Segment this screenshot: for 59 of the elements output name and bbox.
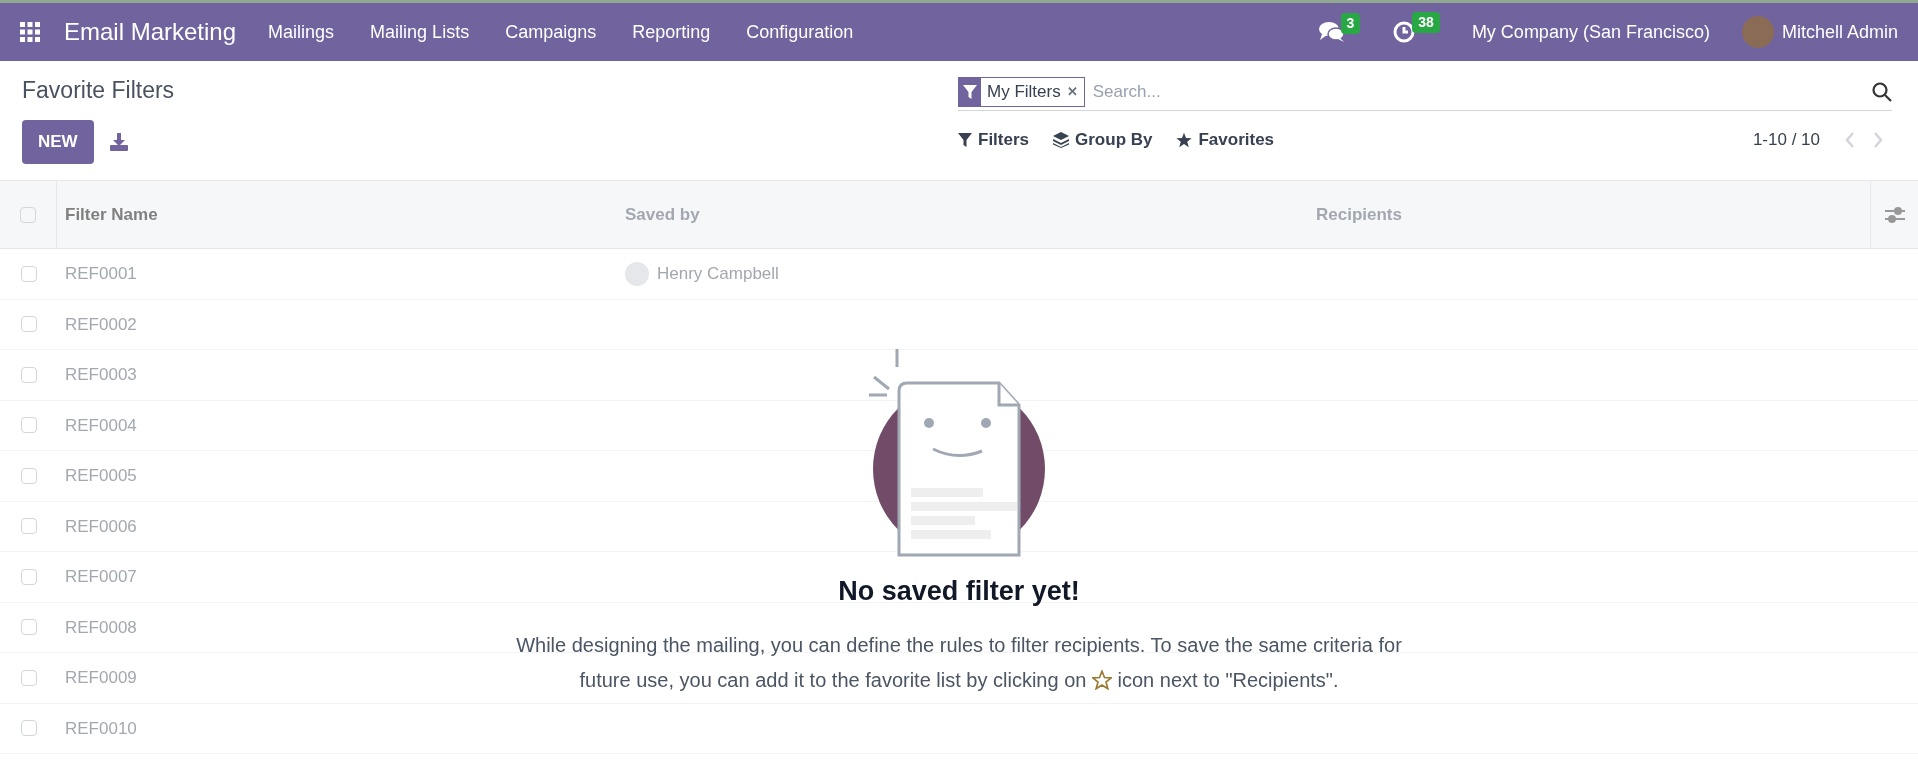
funnel-icon [958, 132, 972, 147]
empty-state-description: While designing the mailing, you can define the rules to filter recipients. To save the same criteria for future use, you can add it to the favorite list by clicking on icon next to "Recipients". [515, 632, 1403, 693]
row-checkbox[interactable] [20, 619, 37, 636]
filter-name-cell: REF0003 [65, 365, 137, 384]
row-checkbox[interactable] [20, 518, 37, 535]
filter-name-cell: REF0006 [65, 516, 137, 536]
remove-facet-icon[interactable]: ✕ [1066, 81, 1084, 102]
filter-name-cell: REF0010 [65, 718, 137, 738]
row-checkbox[interactable] [20, 669, 37, 686]
search-icon[interactable] [1872, 81, 1892, 102]
search-input[interactable]: Search... [1084, 73, 1872, 110]
column-header[interactable]: Filter Name [57, 201, 617, 228]
empty-state-title: No saved filter yet! [838, 575, 1080, 608]
row-checkbox[interactable] [20, 417, 37, 434]
group-by-button[interactable]: Group By [1053, 127, 1153, 153]
filter-name-cell: REF0002 [65, 314, 137, 334]
pager-value[interactable]: 1-10 / 10 [1752, 127, 1820, 153]
user-avatar[interactable] [1741, 16, 1774, 48]
favorites-button[interactable]: Favorites [1176, 127, 1275, 153]
new-button[interactable]: NEW [22, 119, 94, 164]
filter-name-cell: REF0005 [65, 466, 137, 485]
filter-name-cell: REF0009 [65, 668, 137, 687]
search-bar[interactable]: My Filters ✕ Search... [958, 73, 1892, 111]
filter-name-cell: REF0001 [65, 264, 137, 283]
page-title: Favorite Filters [22, 76, 176, 105]
activity-count-badge: 38 [1412, 12, 1440, 33]
clock-icon[interactable] [1392, 20, 1417, 44]
previous-page-icon[interactable] [1844, 131, 1856, 148]
row-checkbox[interactable] [20, 467, 37, 484]
app-name[interactable]: Email Marketing [64, 14, 237, 50]
star-icon [1176, 131, 1193, 148]
filter-name-cell: REF0007 [65, 567, 137, 586]
filter-name-cell: REF0008 [65, 617, 137, 637]
row-checkbox[interactable] [20, 316, 37, 333]
row-checkbox[interactable] [20, 265, 37, 282]
message-count-badge: 3 [1340, 13, 1361, 34]
star-outline-icon [1092, 669, 1112, 690]
row-checkbox[interactable] [20, 720, 37, 737]
menu-item[interactable]: Mailing Lists [370, 18, 470, 46]
download-icon[interactable] [109, 132, 128, 151]
user-menu[interactable]: Mitchell Admin [1781, 18, 1898, 46]
row-checkbox[interactable] [20, 366, 37, 383]
menu-item[interactable]: Mailings [268, 18, 335, 46]
company-switcher[interactable]: My Company (San Francisco) [1471, 18, 1710, 46]
menu-item[interactable]: Configuration [746, 18, 854, 46]
menu-item[interactable]: Reporting [632, 18, 711, 46]
menu-item[interactable]: Campaigns [505, 18, 597, 46]
select-all-checkbox[interactable] [20, 206, 36, 223]
filter-name-cell: REF0004 [65, 415, 137, 435]
apps-menu-icon[interactable] [20, 22, 40, 42]
user-avatar [625, 261, 649, 286]
row-checkbox[interactable] [20, 568, 37, 585]
filters-button[interactable]: Filters [958, 127, 1030, 153]
layers-icon [1053, 131, 1070, 148]
next-page-icon[interactable] [1872, 131, 1884, 148]
filter-facet[interactable]: My Filters ✕ [958, 76, 1085, 107]
saved-by-cell-text: Henry Campbell [657, 263, 779, 285]
column-settings-icon[interactable] [1884, 205, 1905, 224]
funnel-icon [963, 84, 977, 99]
